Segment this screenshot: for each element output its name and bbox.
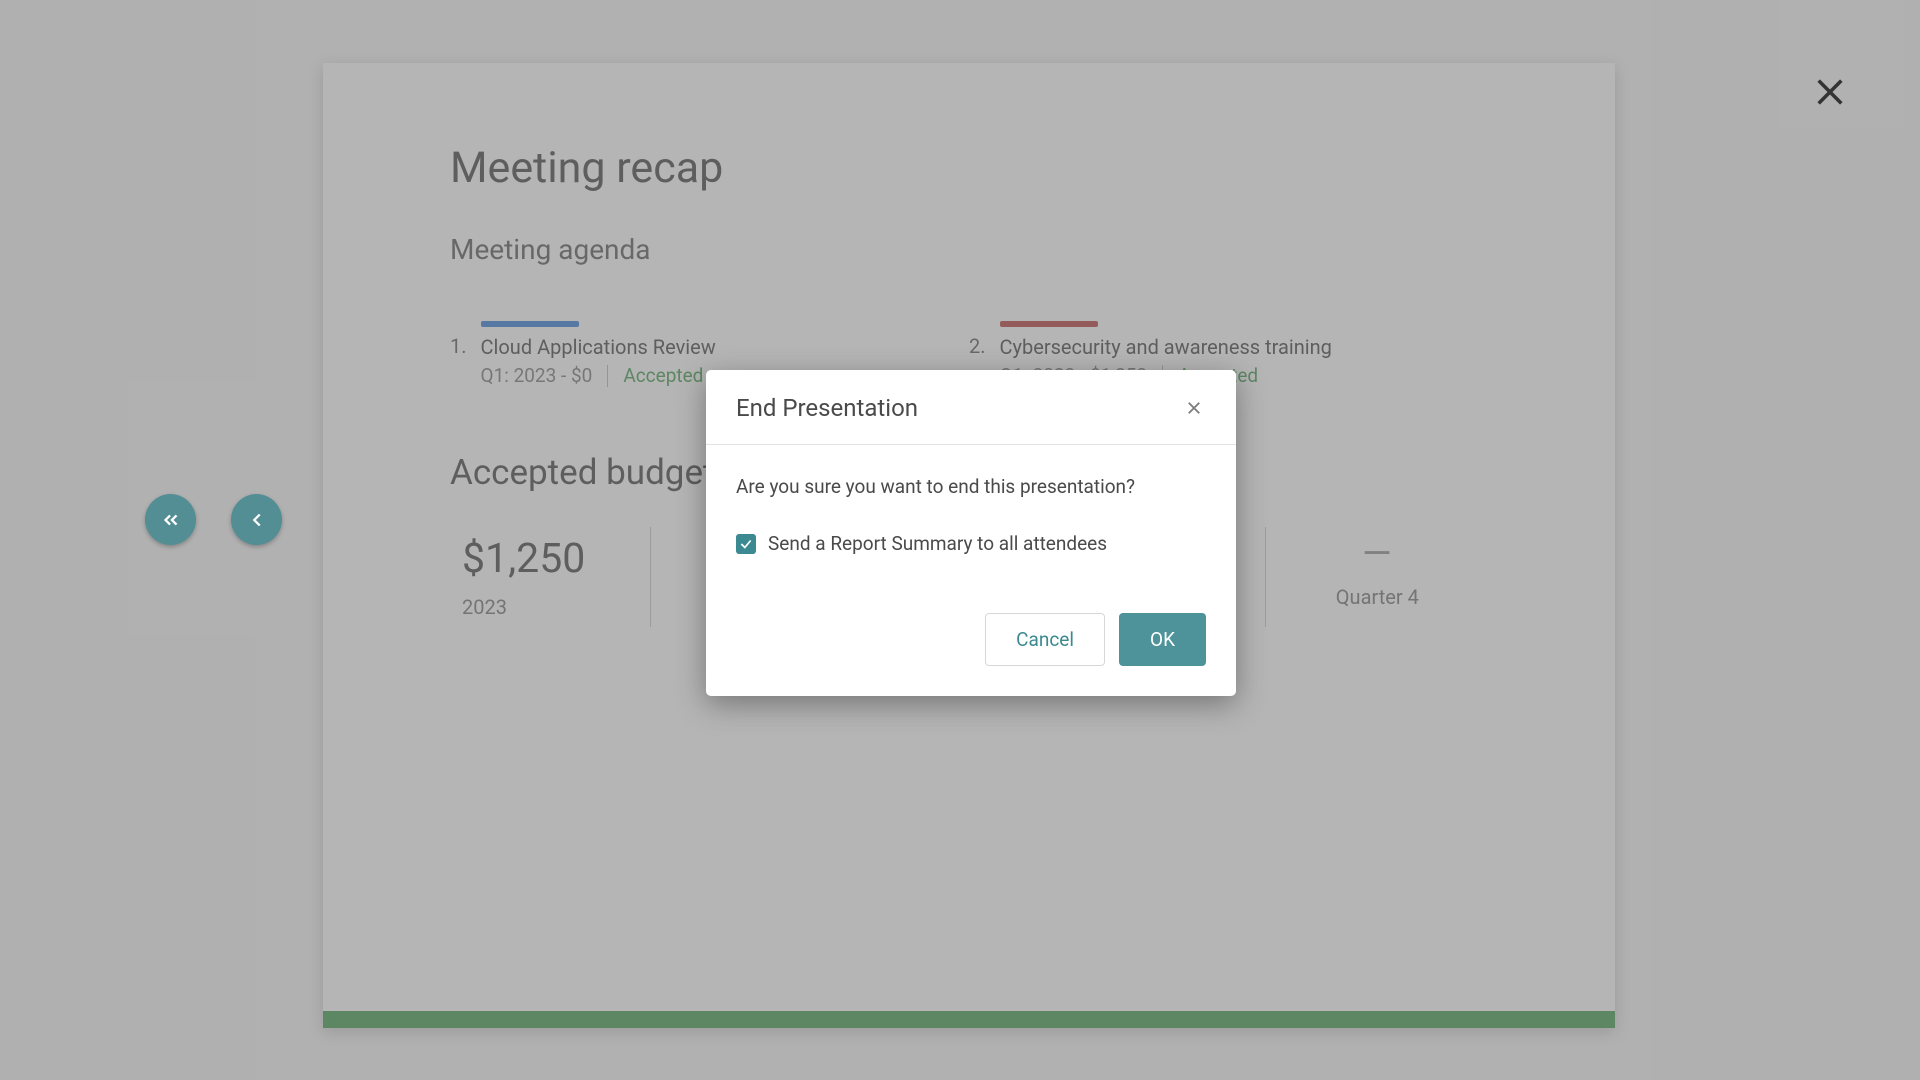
- dialog-title: End Presentation: [736, 394, 918, 422]
- close-icon: [1185, 399, 1203, 417]
- chevron-left-icon: [246, 509, 268, 531]
- cancel-button[interactable]: Cancel: [985, 613, 1105, 666]
- ok-button[interactable]: OK: [1119, 613, 1206, 666]
- check-icon: [739, 537, 753, 551]
- dialog-message: Are you sure you want to end this presen…: [736, 475, 1206, 498]
- prev-slide-button[interactable]: [231, 494, 282, 545]
- close-presentation-button[interactable]: [1798, 60, 1862, 124]
- send-summary-label: Send a Report Summary to all attendees: [768, 532, 1107, 555]
- first-slide-button[interactable]: [145, 494, 196, 545]
- end-presentation-dialog: End Presentation Are you sure you want t…: [706, 370, 1236, 696]
- send-summary-checkbox[interactable]: [736, 534, 756, 554]
- dialog-close-button[interactable]: [1182, 396, 1206, 420]
- chevrons-left-icon: [160, 509, 182, 531]
- close-icon: [1813, 75, 1847, 109]
